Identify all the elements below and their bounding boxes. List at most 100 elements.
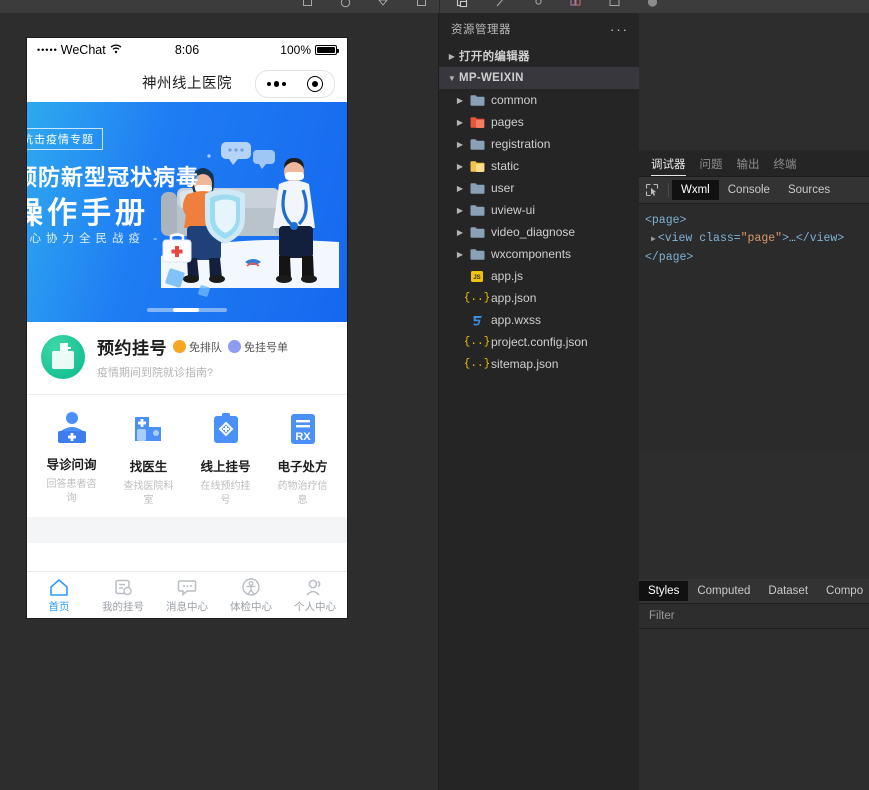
tab-checkup-label: 体检中心 (230, 600, 272, 613)
chevron-right-icon[interactable]: ▶ (453, 133, 467, 155)
code-line-2[interactable]: ▶ <view class="page">…</view> (645, 230, 863, 249)
panel-tab-debugger[interactable]: 调试器 (651, 156, 686, 176)
styles-tabs: Styles Computed Dataset Compo (639, 579, 869, 604)
prescription-rx-icon: RX (283, 409, 323, 449)
code-line-1: <page> (645, 214, 687, 227)
explorer-item-label: pages (491, 115, 524, 129)
styles-tab-components[interactable]: Compo (817, 581, 869, 601)
css-file-icon (467, 309, 487, 331)
chevron-right-icon[interactable]: ▶ (453, 111, 467, 133)
subtab-divider (668, 183, 669, 197)
subtab-sources[interactable]: Sources (779, 180, 839, 200)
explorer-more-icon[interactable]: ··· (610, 22, 629, 37)
top-toolbar (0, 0, 869, 14)
service-name-0: 导诊问询 (46, 458, 97, 472)
explorer-file-row[interactable]: ▶{..}app.json (439, 287, 639, 309)
wechat-capsule[interactable] (255, 70, 335, 98)
settings-icon[interactable] (519, 0, 557, 11)
explorer-folder-row[interactable]: ▶ user (439, 177, 639, 199)
subtab-console[interactable]: Console (719, 180, 779, 200)
appointment-tag-1-label: 免挂号单 (244, 341, 288, 354)
explorer-folder-row[interactable]: ▶ common (439, 89, 639, 111)
code-expand-arrow-icon[interactable]: ▶ (651, 235, 656, 244)
minimize-icon[interactable] (288, 0, 326, 11)
chevron-right-icon[interactable]: ▶ (453, 177, 467, 199)
chevron-right-icon[interactable]: ▶ (453, 243, 467, 265)
more-dots-icon[interactable] (266, 81, 287, 87)
styles-filter-input[interactable]: Filter (639, 604, 869, 629)
styles-tab-styles[interactable]: Styles (639, 581, 689, 601)
pen-icon[interactable] (481, 0, 519, 11)
service-item-doctor[interactable]: 找医生 查找医院科室 (110, 409, 187, 507)
simulator-pane: ••••• WeChat 8:06 100% 神州线上医院 抗击疫情专题 预防新… (0, 13, 439, 790)
appointment-body: 预约挂号 免排队 免挂号单 疫情期间到院就诊指南? (97, 334, 333, 380)
wxml-code-view[interactable]: <page> ▶ <view class="page">…</view> </pa… (639, 204, 869, 451)
devtools-panel-tabs: 调试器 问题 输出 终端 (639, 150, 869, 177)
service-desc-0: 回答患者咨询 (46, 479, 97, 504)
explorer-folder-row[interactable]: ▶ wxcomponents (439, 243, 639, 265)
devtools-empty-middle (639, 451, 869, 579)
devtools-sub-tabs: Wxml Console Sources (639, 177, 869, 204)
avatar-icon[interactable] (633, 0, 671, 11)
emoji-icon[interactable] (326, 0, 364, 11)
explorer-file-row[interactable]: ▶{..}project.config.json (439, 331, 639, 353)
explorer-file-row[interactable]: ▶app.wxss (439, 309, 639, 331)
tab-profile[interactable]: 个人中心 (283, 572, 347, 618)
banner-subheading: 操作手册 (27, 197, 149, 230)
share-icon[interactable] (364, 0, 402, 11)
styles-tab-computed[interactable]: Computed (688, 581, 759, 601)
tab-checkup[interactable]: 体检中心 (219, 572, 283, 618)
appointment-row[interactable]: 预约挂号 免排队 免挂号单 疫情期间到院就诊指南? (27, 322, 347, 395)
tab-home[interactable]: 首页 (27, 572, 91, 618)
window-icon[interactable] (402, 0, 440, 11)
checkup-icon (242, 577, 260, 596)
next-card-peek (35, 543, 339, 567)
folder-icon (467, 177, 487, 199)
service-item-guide[interactable]: 导诊问询 回答患者咨询 (33, 409, 110, 507)
chevron-right-icon[interactable]: ▶ (453, 199, 467, 221)
explorer-folder-row[interactable]: ▶ registration (439, 133, 639, 155)
folder-icon (467, 243, 487, 265)
chevron-right-icon[interactable]: ▶ (453, 155, 467, 177)
tab-my-registration[interactable]: 我的挂号 (91, 572, 155, 618)
folder-icon (467, 133, 487, 155)
toolbar-divider (439, 0, 440, 13)
find-doctor-icon (129, 409, 169, 449)
explorer-item-label: app.json (491, 291, 537, 305)
explorer-file-row[interactable]: ▶JSapp.js (439, 265, 639, 287)
battery-icon (315, 45, 339, 55)
explorer-folder-row[interactable]: ▶ uview-ui (439, 199, 639, 221)
element-picker-icon[interactable] (639, 177, 665, 203)
battery-percent: 100% (280, 43, 311, 57)
panel-tab-problems[interactable]: 问题 (700, 156, 723, 176)
tab-messages[interactable]: 消息中心 (155, 572, 219, 618)
explorer-folder-row[interactable]: ▶ static (439, 155, 639, 177)
explorer-file-list: ▶ common ▶ pages ▶ registration ▶ static ▶ user ▶ u… (439, 89, 639, 375)
panel-tab-output[interactable]: 输出 (737, 156, 760, 176)
chevron-right-icon[interactable]: ▶ (453, 89, 467, 111)
explorer-file-row[interactable]: ▶{..}sitemap.json (439, 353, 639, 375)
subtab-wxml[interactable]: Wxml (672, 180, 719, 200)
service-item-prescription[interactable]: RX 电子处方 药物治疗信息 (264, 409, 341, 507)
explorer-folder-row[interactable]: ▶ pages (439, 111, 639, 133)
service-item-register[interactable]: 线上挂号 在线预约挂号 (187, 409, 264, 507)
banner-indicator[interactable] (147, 308, 227, 312)
appointment-description: 疫情期间到院就诊指南? (97, 367, 214, 379)
split-icon[interactable] (443, 0, 481, 11)
appointment-top: 预约挂号 免排队 免挂号单 (97, 334, 333, 359)
panel-tab-terminal[interactable]: 终端 (774, 156, 797, 176)
window-panel-icon[interactable] (595, 0, 633, 11)
hospital-icon (41, 335, 85, 379)
explorer-section-open-editors[interactable]: ▶ 打开的编辑器 (439, 45, 639, 67)
promo-banner[interactable]: 抗击疫情专题 预防新型冠状病毒 操作手册 齐心协力全民战疫 - (27, 102, 347, 322)
target-icon[interactable] (307, 76, 324, 92)
styles-tab-dataset[interactable]: Dataset (759, 581, 817, 601)
service-desc-2: 在线预约挂号 (200, 481, 251, 506)
layout-icon[interactable] (557, 0, 595, 11)
phone-nav-bar: 神州线上医院 (27, 62, 347, 102)
explorer-section-project[interactable]: ▼ MP-WEIXIN (439, 67, 639, 89)
folder-icon (467, 89, 487, 111)
explorer-folder-row[interactable]: ▶ video_diagnose (439, 221, 639, 243)
chevron-right-icon[interactable]: ▶ (453, 221, 467, 243)
appointment-tag-0-label: 免排队 (189, 341, 222, 354)
